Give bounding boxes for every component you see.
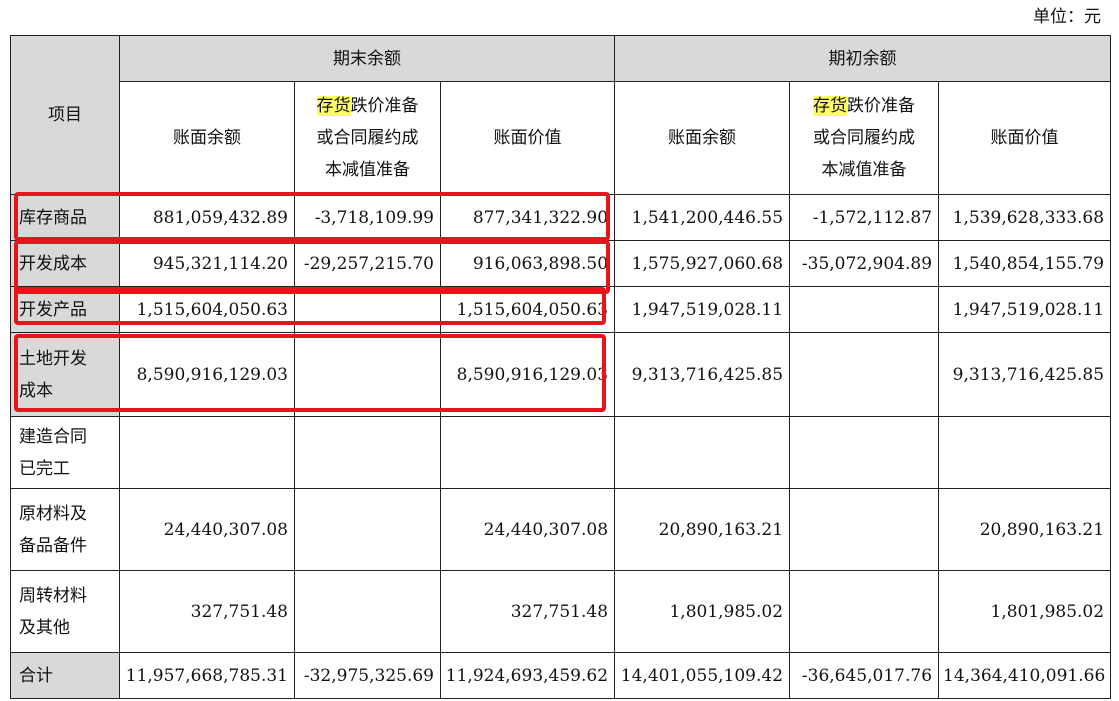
end-reserve-cell [294, 416, 441, 489]
begin-balance-cell [614, 416, 791, 489]
total-end-reserve: -32,975,325.69 [294, 652, 441, 699]
end-balance-cell: 881,059,432.89 [119, 194, 295, 241]
total-label: 合计 [10, 652, 120, 699]
header-end-reserve: 存货跌价准备 或合同履约成 本减值准备 [294, 81, 441, 195]
end-reserve-cell: -29,257,215.70 [294, 240, 441, 287]
header-row-1: 项目 期末余额 期初余额 [10, 35, 1112, 195]
unit-label: 单位：元 [1033, 7, 1101, 27]
header-begin-reserve: 存货跌价准备 或合同履约成 本减值准备 [789, 81, 940, 195]
total-begin-value: 14,364,410,091.66 [938, 652, 1112, 699]
table-row: 土地开发 成本 8,590,916,129.03 8,590,916,129.03… [10, 332, 1112, 417]
begin-balance-cell: 1,801,985.02 [614, 570, 791, 653]
row-item: 开发成本 [10, 240, 120, 287]
end-reserve-cell [294, 570, 441, 653]
end-value-cell: 24,440,307.08 [439, 488, 616, 571]
end-value-cell: 1,515,604,050.63 [439, 286, 616, 333]
row-item: 原材料及 备品备件 [10, 488, 120, 571]
begin-value-cell: 9,313,716,425.85 [938, 332, 1112, 417]
begin-balance-cell: 9,313,716,425.85 [614, 332, 791, 417]
row-item: 开发产品 [10, 286, 120, 333]
end-value-cell: 8,590,916,129.03 [439, 332, 616, 417]
begin-reserve-cell: -35,072,904.89 [789, 240, 940, 287]
table-row: 原材料及 备品备件 24,440,307.08 24,440,307.08 20,… [10, 488, 1112, 571]
table-row: 开发成本 945,321,114.20 -29,257,215.70 916,0… [10, 240, 1112, 287]
total-end-value: 11,924,693,459.62 [439, 652, 616, 699]
begin-value-cell: 1,539,628,333.68 [938, 194, 1112, 241]
inventory-table: 项目 期末余额 期初余额 账面余额 存货跌价准备 或合同履约成 本减值准备 账面… [10, 35, 1112, 699]
header-end-book-balance: 账面余额 [119, 81, 295, 195]
row-item: 周转材料 及其他 [10, 570, 120, 653]
end-reserve-cell [294, 332, 441, 417]
begin-reserve-cell [789, 570, 940, 653]
begin-value-cell: 1,540,854,155.79 [938, 240, 1112, 287]
row-item: 建造合同 已完工 [10, 416, 120, 489]
table-row: 开发产品 1,515,604,050.63 1,515,604,050.63 1… [10, 286, 1112, 333]
begin-value-cell: 1,801,985.02 [938, 570, 1112, 653]
begin-reserve-cell [789, 286, 940, 333]
begin-balance-cell: 1,575,927,060.68 [614, 240, 791, 287]
table-row: 库存商品 881,059,432.89 -3,718,109.99 877,34… [10, 194, 1112, 241]
total-begin-reserve: -36,645,017.76 [789, 652, 940, 699]
end-reserve-cell: -3,718,109.99 [294, 194, 441, 241]
end-value-cell: 877,341,322.90 [439, 194, 616, 241]
end-balance-cell: 1,515,604,050.63 [119, 286, 295, 333]
table-row: 建造合同 已完工 [10, 416, 1112, 489]
end-value-cell: 916,063,898.50 [439, 240, 616, 287]
total-row: 合计 11,957,668,785.31 -32,975,325.69 11,9… [10, 652, 1112, 699]
header-period-begin: 期初余额 [614, 35, 1112, 82]
end-balance-cell: 945,321,114.20 [119, 240, 295, 287]
begin-balance-cell: 1,947,519,028.11 [614, 286, 791, 333]
row-item: 库存商品 [10, 194, 120, 241]
end-balance-cell: 24,440,307.08 [119, 488, 295, 571]
header-row-2: 账面余额 存货跌价准备 或合同履约成 本减值准备 账面价值 账面余额 存货跌价准… [11, 81, 1112, 195]
begin-reserve-cell [789, 332, 940, 417]
header-begin-book-value: 账面价值 [938, 81, 1112, 195]
row-item: 土地开发 成本 [10, 332, 120, 417]
begin-reserve-cell: -1,572,112.87 [789, 194, 940, 241]
begin-reserve-cell [789, 416, 940, 489]
table-row: 周转材料 及其他 327,751.48 327,751.48 1,801,985.… [10, 570, 1112, 653]
header-period-end: 期末余额 [118, 35, 616, 82]
begin-balance-cell: 1,541,200,446.55 [614, 194, 791, 241]
header-begin-book-balance: 账面余额 [614, 81, 791, 195]
begin-balance-cell: 20,890,163.21 [614, 488, 791, 571]
begin-value-cell [938, 416, 1112, 489]
inventory-highlight: 存货 [813, 96, 848, 116]
end-balance-cell: 327,751.48 [119, 570, 295, 653]
end-value-cell [439, 416, 616, 489]
end-value-cell: 327,751.48 [439, 570, 616, 653]
end-balance-cell: 8,590,916,129.03 [119, 332, 295, 417]
end-reserve-cell [294, 286, 441, 333]
begin-reserve-cell [789, 488, 940, 571]
end-reserve-cell [294, 488, 441, 571]
inventory-highlight: 存货 [316, 96, 351, 116]
header-end-book-value: 账面价值 [439, 81, 616, 195]
total-end-balance: 11,957,668,785.31 [119, 652, 295, 699]
total-begin-balance: 14,401,055,109.42 [614, 652, 791, 699]
header-item: 项目 [10, 35, 120, 195]
begin-value-cell: 1,947,519,028.11 [938, 286, 1112, 333]
begin-value-cell: 20,890,163.21 [938, 488, 1112, 571]
end-balance-cell [119, 416, 295, 489]
